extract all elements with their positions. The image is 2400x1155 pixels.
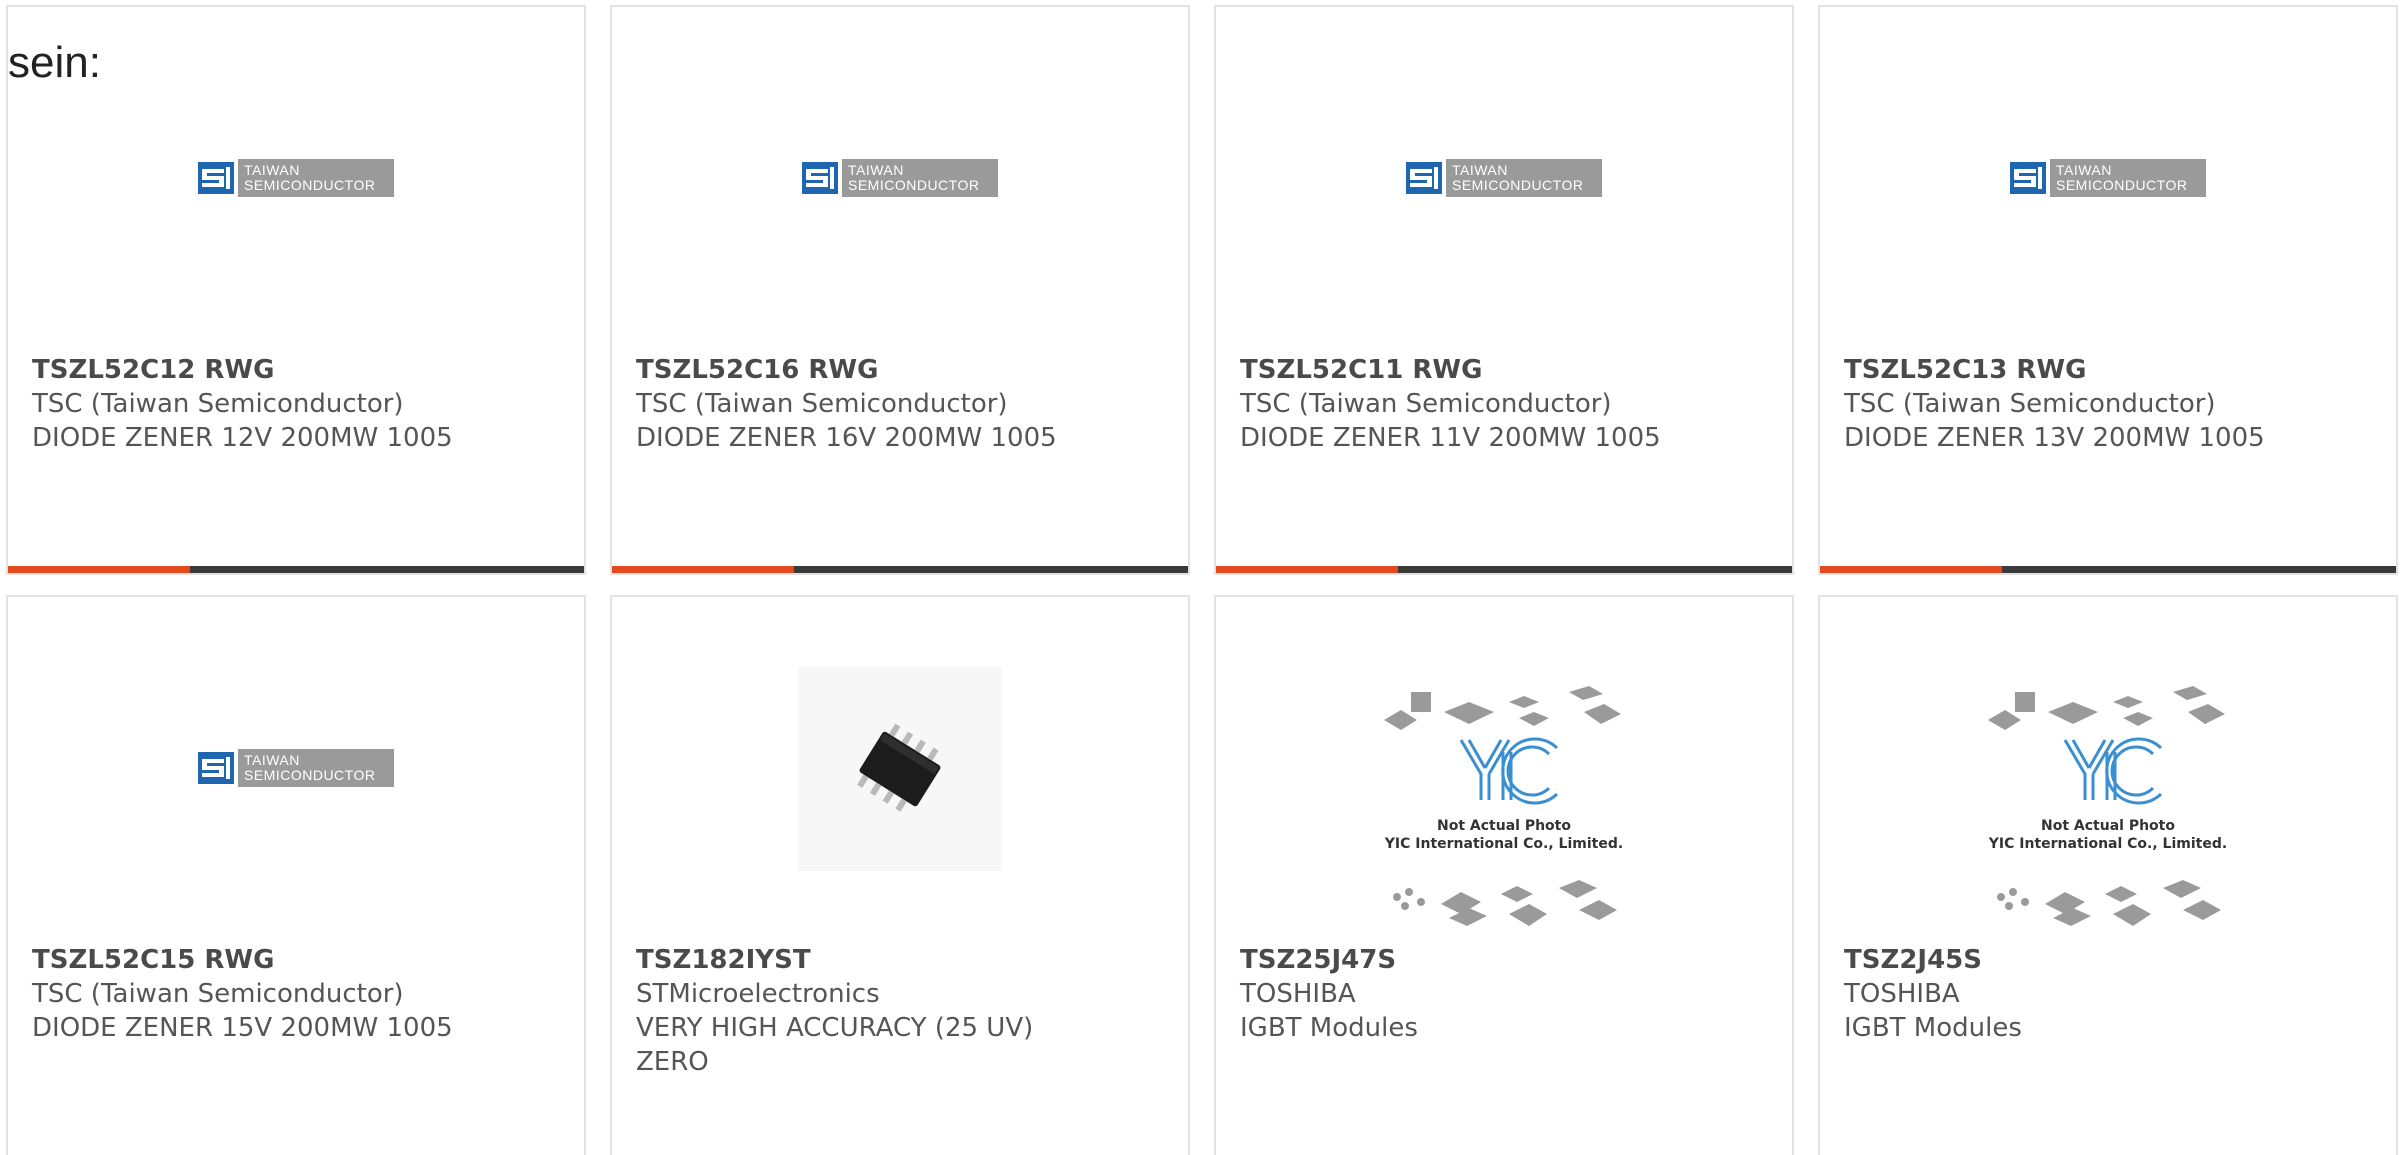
description-continued: ZERO <box>636 1047 709 1077</box>
part-number-link[interactable]: TSZ182IYST <box>636 943 1168 977</box>
product-card[interactable]: Not Actual Photo YIC International Co., … <box>1214 595 1794 1155</box>
tsc-logo: TAIWAN SEMICONDUCTOR <box>198 748 394 788</box>
manufacturer: TOSHIBA <box>1844 979 1960 1009</box>
product-grid-page: sein: TAIWAN SEMICONDUCTOR TSZL52C12 RWG… <box>0 0 2400 1155</box>
tsc-logo-line1: TAIWAN <box>244 162 300 178</box>
product-info: TSZL52C12 RWG TSC (Taiwan Semiconductor)… <box>32 353 564 455</box>
yic-caption-1: Not Actual Photo <box>2041 818 2175 834</box>
yic-caption-2: YIC International Co., Limited. <box>1988 836 2227 852</box>
manufacturer: TSC (Taiwan Semiconductor) <box>636 389 1008 419</box>
chip-photo <box>798 667 1002 871</box>
yic-caption-2: YIC International Co., Limited. <box>1384 836 1623 852</box>
product-card[interactable]: Not Actual Photo YIC International Co., … <box>1818 595 2398 1155</box>
product-card[interactable]: TAIWAN SEMICONDUCTOR TSZL52C16 RWG TSC (… <box>610 5 1190 575</box>
tsc-logo: TAIWAN SEMICONDUCTOR <box>2010 158 2206 198</box>
tsc-mark-icon <box>802 162 838 194</box>
tsc-mark-icon <box>1406 162 1442 194</box>
product-info: TSZ2J45S TOSHIBA IGBT Modules <box>1844 943 2376 1045</box>
tsc-logo-text: TAIWAN SEMICONDUCTOR <box>238 749 394 787</box>
card-progress-bar <box>1820 566 2396 573</box>
product-image[interactable]: TAIWAN SEMICONDUCTOR <box>8 637 584 957</box>
tsc-logo-line1: TAIWAN <box>244 752 300 768</box>
product-info: TSZ25J47S TOSHIBA IGBT Modules <box>1240 943 1772 1045</box>
tsc-mark-icon <box>198 752 234 784</box>
tsc-logo: TAIWAN SEMICONDUCTOR <box>802 158 998 198</box>
product-info: TSZL52C15 RWG TSC (Taiwan Semiconductor)… <box>32 943 564 1045</box>
tsc-logo-line1: TAIWAN <box>2056 162 2112 178</box>
card-bar-accent <box>1820 566 2002 573</box>
intro-text: sein: <box>8 38 101 87</box>
tsc-logo-text: TAIWAN SEMICONDUCTOR <box>1446 159 1602 197</box>
tsc-logo-text: TAIWAN SEMICONDUCTOR <box>2050 159 2206 197</box>
product-image[interactable]: Not Actual Photo YIC International Co., … <box>1820 637 2396 957</box>
product-image[interactable]: TAIWAN SEMICONDUCTOR <box>1820 47 2396 367</box>
tsc-logo-line2: SEMICONDUCTOR <box>244 177 376 193</box>
description: DIODE ZENER 13V 200MW 1005 <box>1844 423 2265 453</box>
manufacturer: TSC (Taiwan Semiconductor) <box>32 979 404 1009</box>
card-progress-bar <box>612 566 1188 573</box>
product-image[interactable]: TAIWAN SEMICONDUCTOR <box>612 47 1188 367</box>
tsc-logo-text: TAIWAN SEMICONDUCTOR <box>842 159 998 197</box>
part-number-link[interactable]: TSZL52C13 RWG <box>1844 353 2376 387</box>
tsc-logo: TAIWAN SEMICONDUCTOR <box>198 158 394 198</box>
tsc-logo-line2: SEMICONDUCTOR <box>848 177 980 193</box>
tsc-mark-icon <box>2010 162 2046 194</box>
tsc-logo-text: TAIWAN SEMICONDUCTOR <box>238 159 394 197</box>
part-number-link[interactable]: TSZL52C11 RWG <box>1240 353 1772 387</box>
yic-placeholder-image: Not Actual Photo YIC International Co., … <box>1384 686 1623 926</box>
product-info: TSZL52C16 RWG TSC (Taiwan Semiconductor)… <box>636 353 1168 455</box>
product-info: TSZ182IYST STMicroelectronics VERY HIGH … <box>636 943 1168 1079</box>
product-info: TSZL52C11 RWG TSC (Taiwan Semiconductor)… <box>1240 353 1772 455</box>
product-card[interactable]: TAIWAN SEMICONDUCTOR TSZL52C13 RWG TSC (… <box>1818 5 2398 575</box>
description: DIODE ZENER 11V 200MW 1005 <box>1240 423 1661 453</box>
product-image[interactable] <box>612 637 1188 957</box>
manufacturer: TSC (Taiwan Semiconductor) <box>32 389 404 419</box>
card-bar-accent <box>8 566 190 573</box>
card-bar-accent <box>1216 566 1398 573</box>
description: DIODE ZENER 16V 200MW 1005 <box>636 423 1057 453</box>
product-image[interactable]: TAIWAN SEMICONDUCTOR <box>8 47 584 367</box>
tsc-mark-icon <box>198 162 234 194</box>
product-card[interactable]: TSZ182IYST STMicroelectronics VERY HIGH … <box>610 595 1190 1155</box>
manufacturer: TSC (Taiwan Semiconductor) <box>1240 389 1612 419</box>
description: IGBT Modules <box>1844 1013 2022 1043</box>
tsc-logo-line2: SEMICONDUCTOR <box>244 767 376 783</box>
part-number-link[interactable]: TSZ2J45S <box>1844 943 2376 977</box>
yic-placeholder-image: Not Actual Photo YIC International Co., … <box>1988 686 2227 926</box>
description: VERY HIGH ACCURACY (25 UV) <box>636 1013 1034 1043</box>
tsc-logo-line2: SEMICONDUCTOR <box>2056 177 2188 193</box>
tsc-logo-line1: TAIWAN <box>848 162 904 178</box>
description: DIODE ZENER 12V 200MW 1005 <box>32 423 453 453</box>
part-number-link[interactable]: TSZL52C12 RWG <box>32 353 564 387</box>
tsc-logo: TAIWAN SEMICONDUCTOR <box>1406 158 1602 198</box>
product-card[interactable]: TAIWAN SEMICONDUCTOR TSZL52C11 RWG TSC (… <box>1214 5 1794 575</box>
product-grid: TAIWAN SEMICONDUCTOR TSZL52C12 RWG TSC (… <box>6 5 2398 1155</box>
manufacturer: STMicroelectronics <box>636 979 880 1009</box>
tsc-logo-line2: SEMICONDUCTOR <box>1452 177 1584 193</box>
part-number-link[interactable]: TSZL52C15 RWG <box>32 943 564 977</box>
manufacturer: TSC (Taiwan Semiconductor) <box>1844 389 2216 419</box>
card-progress-bar <box>1216 566 1792 573</box>
part-number-link[interactable]: TSZ25J47S <box>1240 943 1772 977</box>
product-image[interactable]: Not Actual Photo YIC International Co., … <box>1216 637 1792 957</box>
product-info: TSZL52C13 RWG TSC (Taiwan Semiconductor)… <box>1844 353 2376 455</box>
manufacturer: TOSHIBA <box>1240 979 1356 1009</box>
product-card[interactable]: TAIWAN SEMICONDUCTOR TSZL52C12 RWG TSC (… <box>6 5 586 575</box>
product-image[interactable]: TAIWAN SEMICONDUCTOR <box>1216 47 1792 367</box>
tsc-logo-line1: TAIWAN <box>1452 162 1508 178</box>
part-number-link[interactable]: TSZL52C16 RWG <box>636 353 1168 387</box>
description: IGBT Modules <box>1240 1013 1418 1043</box>
card-progress-bar <box>8 566 584 573</box>
product-card[interactable]: TAIWAN SEMICONDUCTOR TSZL52C15 RWG TSC (… <box>6 595 586 1155</box>
description: DIODE ZENER 15V 200MW 1005 <box>32 1013 453 1043</box>
yic-caption-1: Not Actual Photo <box>1437 818 1571 834</box>
card-bar-accent <box>612 566 794 573</box>
